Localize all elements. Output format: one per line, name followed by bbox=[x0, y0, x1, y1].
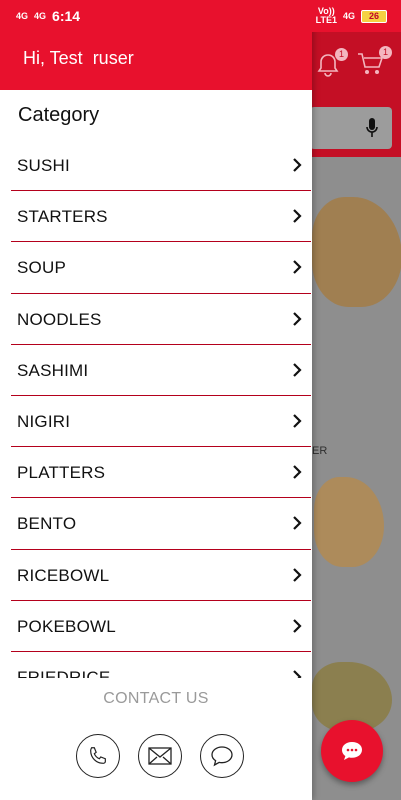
category-item[interactable]: NOODLES bbox=[11, 294, 311, 345]
chevron-right-icon bbox=[293, 618, 302, 633]
category-label: RICEBOWL bbox=[17, 565, 110, 585]
chevron-right-icon bbox=[293, 670, 302, 678]
navigation-drawer: Hi, Test ruser Category SUSHI STARTERS SOU… bbox=[0, 0, 312, 800]
category-item[interactable]: RICEBOWL bbox=[11, 550, 311, 601]
clock: 6:14 bbox=[52, 8, 81, 24]
category-item[interactable]: FRIEDRICE bbox=[11, 652, 311, 678]
mail-icon bbox=[148, 747, 172, 765]
chat-button[interactable] bbox=[200, 734, 244, 778]
category-label: BENTO bbox=[17, 514, 77, 534]
status-bar: 4G 4G 6:14 Vo)) LTE1 4G 26 bbox=[0, 0, 401, 32]
category-label: SOUP bbox=[17, 258, 66, 278]
food-image bbox=[314, 477, 384, 567]
cart-icon[interactable]: 1 bbox=[356, 46, 392, 80]
speech-bubble-icon bbox=[211, 746, 233, 767]
battery-icon: 26 bbox=[361, 9, 387, 23]
chevron-right-icon bbox=[293, 209, 302, 223]
phone-icon bbox=[90, 747, 106, 764]
chevron-right-icon bbox=[293, 465, 302, 479]
chevron-right-icon bbox=[293, 414, 302, 428]
signal-indicator-3: 4G bbox=[342, 10, 355, 21]
category-item[interactable]: BENTO bbox=[11, 498, 311, 550]
category-item[interactable]: STARTERS bbox=[11, 191, 311, 243]
category-label: STARTERS bbox=[17, 207, 108, 227]
bell-icon[interactable]: 1 bbox=[316, 48, 348, 78]
email-button[interactable] bbox=[138, 734, 182, 778]
category-label: NIGIRI bbox=[17, 411, 71, 431]
chevron-right-icon bbox=[293, 516, 302, 531]
category-label: POKEBOWL bbox=[17, 616, 116, 636]
search-bar[interactable] bbox=[310, 107, 392, 149]
category-item[interactable]: SUSHI bbox=[11, 140, 311, 192]
signal-indicator-1: 4G bbox=[16, 10, 29, 21]
mic-icon[interactable] bbox=[366, 117, 378, 139]
contact-us-label: CONTACT US bbox=[103, 690, 209, 707]
category-item[interactable]: SOUP bbox=[11, 242, 311, 294]
category-label: FRIEDRICE bbox=[17, 667, 111, 678]
category-label: SUSHI bbox=[17, 156, 70, 175]
cart-badge: 1 bbox=[379, 46, 392, 59]
category-item[interactable]: POKEBOWL bbox=[11, 601, 311, 652]
chevron-right-icon bbox=[293, 158, 302, 172]
chevron-right-icon bbox=[293, 311, 302, 326]
category-label: NOODLES bbox=[17, 309, 102, 329]
drawer-header: Hi, Test ruser bbox=[0, 32, 312, 90]
food-image bbox=[312, 197, 401, 307]
chat-icon bbox=[342, 742, 362, 760]
chat-fab-button[interactable] bbox=[321, 720, 383, 782]
chevron-right-icon bbox=[293, 362, 302, 377]
phone-button[interactable] bbox=[76, 734, 120, 778]
category-label: SASHIMI bbox=[17, 360, 89, 380]
category-item[interactable]: PLATTERS bbox=[11, 447, 311, 499]
category-list: SUSHI STARTERS SOUP NOODLES SASHIMI NIGIRI PLA… bbox=[0, 140, 312, 678]
user-greeting: Hi, Test ruser bbox=[23, 48, 134, 68]
category-label: PLATTERS bbox=[17, 463, 106, 483]
notification-badge: 1 bbox=[335, 48, 348, 61]
category-item[interactable]: NIGIRI bbox=[11, 396, 311, 448]
volte-indicator: Vo)) LTE1 bbox=[315, 6, 337, 25]
chevron-right-icon bbox=[293, 260, 302, 275]
signal-indicator-2: 4G bbox=[34, 10, 47, 21]
chevron-right-icon bbox=[293, 567, 302, 582]
category-heading: Category bbox=[18, 104, 100, 126]
category-item[interactable]: SASHIMI bbox=[11, 345, 311, 396]
product-label-partial: ER bbox=[312, 445, 328, 457]
